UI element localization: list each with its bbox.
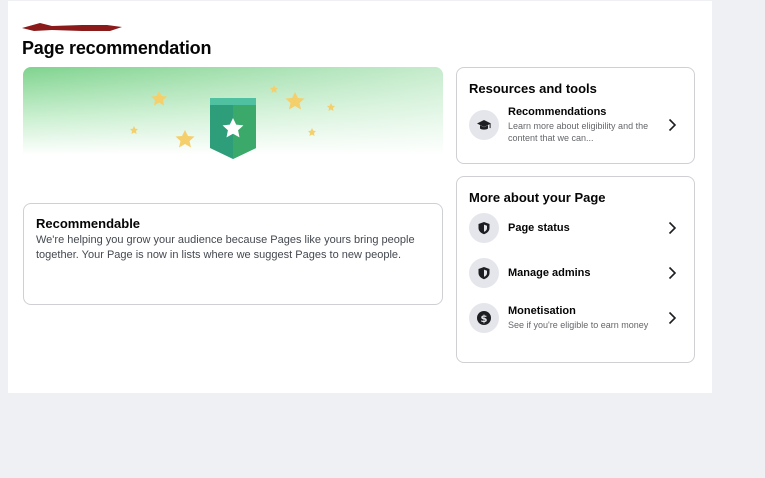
chevron-right-icon (668, 311, 677, 325)
shield-icon (469, 258, 499, 288)
more-title: More about your Page (469, 190, 606, 205)
recommendations-sub: Learn more about eligibility and the con… (508, 121, 649, 143)
star-icon (151, 91, 167, 106)
chevron-right-icon (668, 118, 677, 132)
graduation-cap-icon (469, 110, 499, 140)
page-title: Page recommendation (22, 38, 212, 58)
monetisation-label: Monetisation (508, 305, 576, 317)
star-icon (285, 92, 305, 110)
shield-icon (469, 213, 499, 243)
star-icon (270, 85, 278, 93)
recommendations-label: Recommendations (508, 106, 607, 118)
shield-star-badge-icon (210, 98, 256, 159)
hero-banner (23, 67, 443, 177)
page-status-item[interactable]: Page status (469, 213, 682, 243)
chevron-right-icon (668, 221, 677, 235)
dollar-icon: $ (469, 303, 499, 333)
more-about-page-card: More about your Page Page status Manage … (456, 176, 695, 363)
monetisation-sub: See if you're eligible to earn money (508, 320, 649, 330)
resources-card: Resources and tools Recommendations Lear… (456, 67, 695, 164)
recommendable-title: Recommendable (36, 216, 141, 231)
recommendable-card: Recommendable We're helping you grow you… (23, 203, 443, 305)
star-icon (175, 130, 195, 148)
recommendable-body: We're helping you grow your audience bec… (36, 234, 415, 261)
svg-text:$: $ (481, 314, 488, 325)
chevron-right-icon (668, 266, 677, 280)
redaction-mark (22, 23, 122, 31)
resources-title: Resources and tools (469, 81, 597, 96)
star-icon (308, 128, 316, 136)
manage-admins-item[interactable]: Manage admins (469, 258, 682, 288)
star-icon (130, 126, 138, 134)
page-status-label: Page status (508, 222, 570, 234)
monetisation-item[interactable]: $ Monetisation See if you're eligible to… (469, 303, 682, 333)
star-icon (327, 103, 335, 111)
recommendations-item[interactable]: Recommendations Learn more about eligibi… (469, 106, 682, 144)
manage-admins-label: Manage admins (508, 267, 591, 279)
